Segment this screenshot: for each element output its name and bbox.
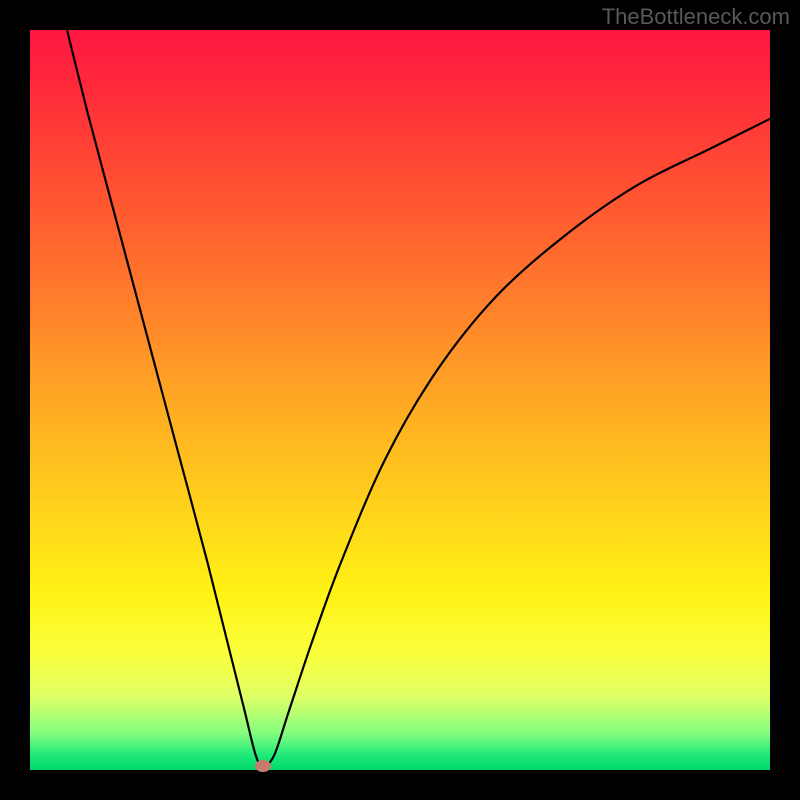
- curve-svg: [30, 30, 770, 770]
- chart-area: [30, 30, 770, 770]
- bottleneck-curve: [67, 30, 770, 766]
- minimum-marker: [255, 760, 271, 772]
- watermark-label: TheBottleneck.com: [602, 4, 790, 30]
